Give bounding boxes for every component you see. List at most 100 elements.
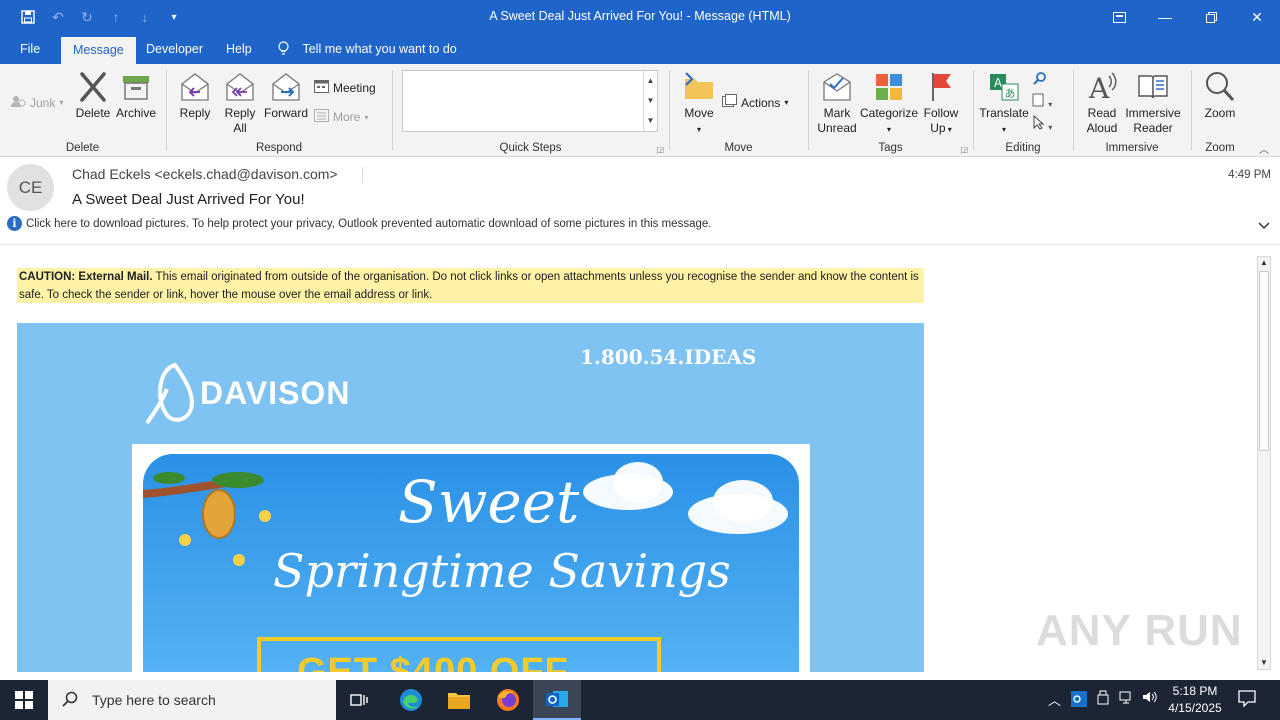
restore-icon[interactable] (1188, 0, 1234, 34)
follow-up-button[interactable]: Follow Up ▾ (921, 70, 961, 137)
external-mail-caution: CAUTION: External Mail. This email origi… (17, 268, 924, 303)
notifications-icon[interactable] (1238, 689, 1256, 710)
search-icon (62, 691, 78, 710)
zoom-group-label: Zoom (1205, 142, 1235, 154)
meeting-button[interactable]: Meeting (314, 79, 376, 96)
expand-header-icon[interactable] (1258, 219, 1270, 233)
categorize-icon (876, 74, 902, 100)
task-view-icon[interactable] (336, 680, 384, 720)
lightbulb-icon (278, 41, 292, 56)
mark-unread-icon (823, 73, 851, 101)
download-pictures-infobar[interactable]: i Click here to download pictures. To he… (7, 216, 711, 231)
undo-icon[interactable]: ↶ (46, 7, 70, 27)
immersive-reader-button[interactable]: Immersive Reader (1124, 70, 1182, 136)
actions-label: Actions (741, 95, 781, 110)
customize-quick-access-icon[interactable]: ▾ (162, 7, 186, 27)
tab-message[interactable]: Message (61, 37, 136, 64)
sender[interactable]: Chad Eckels <eckels.chad@davison.com> (72, 166, 338, 182)
promo-banner[interactable]: 1.800.54.IDEAS DAVISON Sweet Springtime … (17, 323, 924, 672)
magnifier-icon (1206, 72, 1235, 102)
tags-group: Mark Unread Categorize ▾ Follow Up ▾ Tags… (809, 64, 972, 157)
more-respond-button[interactable]: More ▾ (314, 109, 368, 125)
headline-sweet: Sweet (398, 468, 580, 536)
info-icon: i (7, 216, 22, 231)
junk-label: Junk (30, 95, 56, 110)
forward-button[interactable]: Forward (263, 70, 309, 121)
tab-file[interactable]: File (8, 34, 52, 64)
tags-dialog-launcher-icon[interactable]: ◲ (960, 145, 968, 154)
delete-label: Delete (75, 106, 111, 120)
promo-card: Sweet Springtime Savings GET $400 OFF (132, 444, 810, 672)
taskbar-clock[interactable]: 5:18 PM 4/15/2025 (1160, 683, 1230, 717)
ribbon-display-options-icon[interactable] (1096, 0, 1142, 34)
mark-unread-button[interactable]: Mark Unread (815, 70, 859, 136)
tell-me-search[interactable]: Tell me what you want to do (278, 34, 457, 64)
phone-number[interactable]: 1.800.54.IDEAS (580, 345, 756, 369)
scroll-up-icon[interactable]: ▲ (1258, 257, 1270, 269)
edge-icon[interactable] (387, 680, 435, 720)
minimize-icon[interactable]: — (1142, 0, 1188, 34)
reply-label: Reply (179, 106, 211, 120)
forward-icon (272, 73, 300, 101)
zoom-button[interactable]: Zoom (1200, 70, 1240, 121)
reply-all-button[interactable]: Reply All (222, 70, 258, 136)
immersive-reader-icon (1138, 75, 1168, 99)
move-group-label: Move (724, 142, 753, 154)
categorize-button[interactable]: Categorize ▾ (859, 70, 919, 137)
ribbon: Junk ▾ Delete Archive Delete Reply Reply … (0, 64, 1280, 157)
meeting-icon (314, 79, 329, 96)
move-button[interactable]: Move ▾ (682, 70, 716, 137)
archive-button[interactable]: Archive (114, 70, 158, 121)
immersive-reader-label-1: Immersive (1125, 106, 1181, 120)
delete-button[interactable]: Delete (73, 70, 113, 121)
honeycomb-branch-icon (143, 472, 271, 566)
tab-developer[interactable]: Developer (134, 34, 215, 64)
usb-device-icon[interactable] (1096, 690, 1110, 709)
mark-unread-label-2: Unread (817, 121, 857, 135)
start-button[interactable] (0, 680, 48, 720)
network-icon[interactable] (1119, 690, 1135, 707)
redo-icon[interactable]: ↻ (75, 7, 99, 27)
translate-label: Translate (979, 106, 1029, 120)
delete-group-label: Delete (65, 142, 100, 154)
select-cursor-icon[interactable]: ▾ (1032, 114, 1052, 132)
archive-label: Archive (115, 106, 156, 120)
related-icon[interactable]: ▾ (1032, 93, 1052, 109)
collapse-ribbon-icon[interactable]: ︿ (1259, 141, 1269, 156)
dialog-launcher-icon[interactable]: ◲ (656, 145, 664, 154)
scrollbar-thumb[interactable] (1259, 271, 1269, 451)
taskbar-search[interactable]: Type here to search (48, 680, 336, 720)
body-scrollbar[interactable]: ▲ ▼ (1257, 256, 1271, 670)
reply-button[interactable]: Reply (177, 70, 213, 121)
promo-artwork: Sweet Springtime Savings GET $400 OFF (143, 454, 799, 672)
show-hidden-icons-icon[interactable]: ︿ (1048, 690, 1061, 709)
junk-button[interactable]: Junk ▾ (10, 94, 63, 111)
close-icon[interactable]: ✕ (1234, 0, 1280, 34)
actions-button[interactable]: Actions ▾ (722, 94, 788, 111)
archive-icon (123, 76, 149, 100)
volume-icon[interactable] (1142, 690, 1158, 707)
move-group: Move ▾ Actions ▾ Move (670, 64, 807, 157)
avatar[interactable]: CE (7, 164, 54, 211)
offer-box[interactable]: GET $400 OFF (257, 637, 661, 672)
svg-text:A: A (1088, 72, 1110, 104)
ribbon-tabs: File Message Developer Help Tell me what… (0, 34, 1280, 64)
tab-help[interactable]: Help (214, 34, 264, 64)
read-aloud-button[interactable]: A Read Aloud (1082, 70, 1122, 136)
previous-item-icon[interactable]: ↑ (104, 7, 128, 27)
file-explorer-icon[interactable] (435, 680, 483, 720)
message-body: CAUTION: External Mail. This email origi… (0, 246, 1280, 672)
clock-date: 4/15/2025 (1168, 701, 1222, 715)
scroll-down-icon[interactable]: ▼ (1258, 657, 1270, 669)
outlook-taskbar-icon[interactable] (533, 680, 581, 720)
find-icon[interactable] (1032, 71, 1048, 90)
save-icon[interactable] (16, 7, 40, 27)
next-item-icon[interactable]: ↓ (133, 7, 157, 27)
move-folder-icon (685, 72, 713, 99)
davison-logo[interactable]: DAVISON (145, 359, 355, 429)
offer-text: GET $400 OFF (297, 651, 569, 672)
firefox-icon[interactable] (484, 680, 532, 720)
translate-button[interactable]: Aあ Translate ▾ (978, 70, 1030, 137)
outlook-tray-icon[interactable] (1071, 691, 1087, 710)
caution-text: This email originated from outside of th… (19, 271, 919, 301)
